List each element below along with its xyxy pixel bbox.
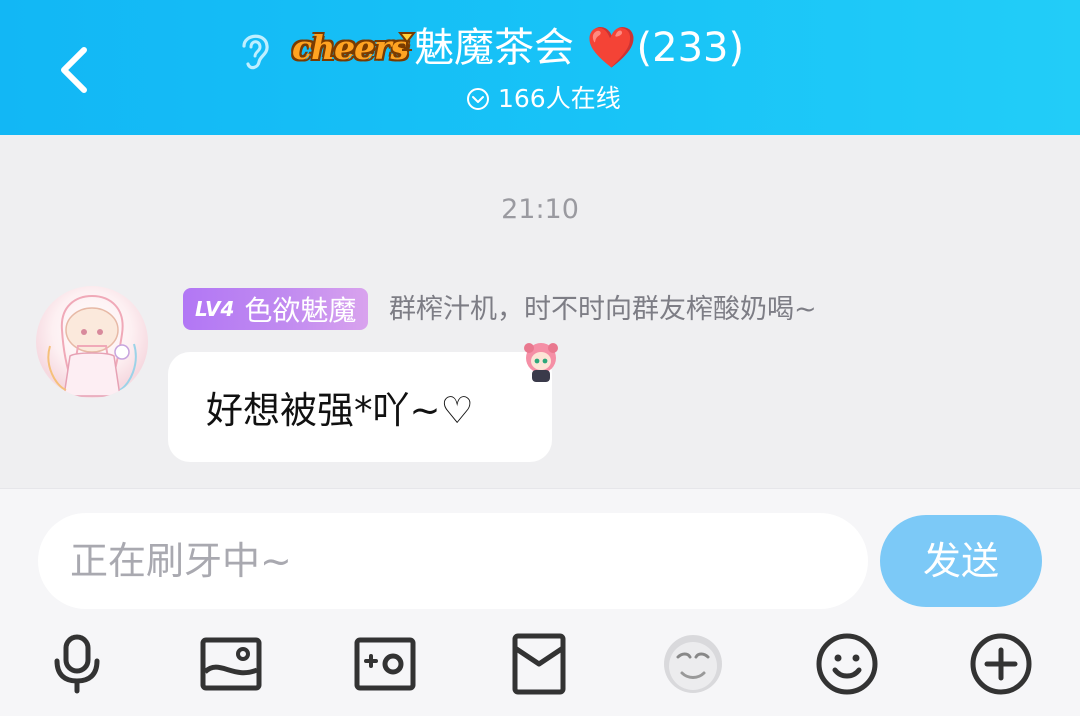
back-arrow-icon [61, 47, 87, 93]
group-title[interactable]: 魅魔茶会 ❤️(233) [414, 20, 744, 76]
red-packet-icon [512, 633, 566, 695]
chevron-down-circle-icon [467, 88, 489, 110]
ear-icon[interactable] [236, 28, 274, 74]
avatar-illustration [47, 294, 137, 397]
sender-signature[interactable]: 群榨汁机，时不时向群友榨酸奶喝~ [389, 290, 817, 330]
badge-level: LV4 [195, 297, 235, 321]
camera-icon [354, 637, 416, 691]
microphone-icon [54, 634, 100, 694]
emoji-tool[interactable] [812, 629, 882, 699]
input-panel: 发送 [0, 488, 1080, 716]
chat-header: cheers 魅魔茶会 ❤️(233) 166人在线 [0, 0, 1080, 135]
member-level-badge[interactable]: LV4 色欲魅魔 [183, 288, 369, 330]
image-tool[interactable] [196, 629, 266, 699]
red-packet-tool[interactable] [504, 629, 574, 699]
avatar[interactable] [36, 286, 148, 398]
message-text: 好想被强*吖~♡ [206, 389, 474, 432]
badge-title: 色欲魅魔 [244, 294, 357, 327]
plus-icon [970, 633, 1032, 695]
pink-hair-character-icon [524, 343, 558, 382]
sticker-tool[interactable] [658, 629, 728, 699]
online-count-label: 166人在线 [498, 84, 621, 113]
message-bubble[interactable]: 好想被强*吖~♡ [168, 352, 552, 462]
message-input[interactable] [38, 513, 868, 609]
camera-tool[interactable] [350, 629, 420, 699]
online-count[interactable]: 166人在线 [466, 82, 621, 116]
message-timestamp: 21:10 [501, 194, 579, 225]
emoji-icon [816, 633, 878, 695]
more-tool[interactable] [966, 629, 1036, 699]
back-button[interactable] [48, 38, 104, 98]
sticker-face-icon [664, 635, 722, 693]
cheers-logo: cheers [292, 22, 416, 74]
voice-tool[interactable] [42, 629, 112, 699]
image-icon [200, 637, 262, 691]
send-button[interactable]: 发送 [880, 515, 1042, 607]
